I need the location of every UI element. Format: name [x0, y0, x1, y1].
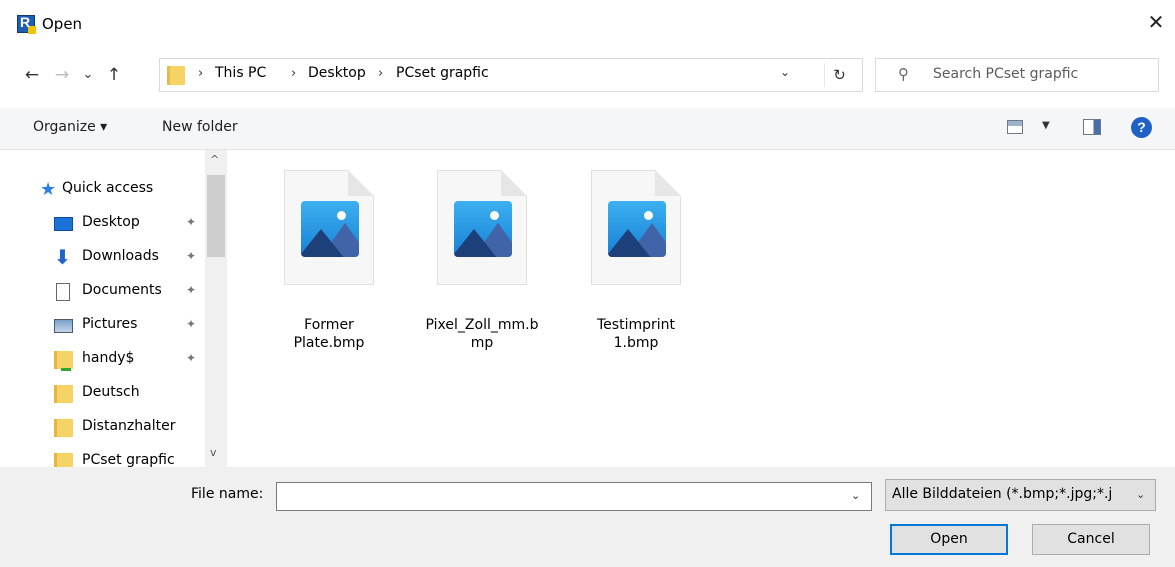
new-folder-button[interactable]: New folder: [162, 119, 238, 135]
network-folder-icon: [54, 351, 73, 371]
search-input[interactable]: Search PCset grapfic: [933, 66, 1078, 82]
view-options-chevron-icon[interactable]: ▼: [1042, 120, 1050, 131]
image-file-icon: [437, 170, 527, 285]
file-name-dropdown-chevron-icon[interactable]: ⌄: [851, 489, 860, 502]
file-item-pixel-zoll-mm[interactable]: Pixel_Zoll_mm.b mp: [402, 166, 538, 351]
title-bar: Open ✕: [0, 0, 1175, 52]
folder-icon: [54, 385, 73, 403]
folder-icon: [167, 66, 185, 85]
command-toolbar: Organize ▾ New folder ▼ ?: [0, 108, 1175, 150]
file-type-value: Alle Bilddateien (*.bmp;*.jpg;*.j: [892, 486, 1113, 502]
sidebar-item-pictures[interactable]: Pictures ✦: [0, 311, 205, 341]
file-list-view: Former Plate.bmp Pixel_Zoll_mm.b mp Test…: [232, 150, 1175, 467]
scroll-down-icon[interactable]: v: [210, 446, 217, 459]
navigation-pane: ★ Quick access Desktop ✦ ⬇ Downloads ✦ D…: [0, 150, 230, 467]
close-icon[interactable]: ✕: [1144, 10, 1168, 34]
image-file-icon: [284, 170, 374, 285]
sidebar-item-label: Deutsch: [82, 384, 140, 400]
document-icon: [56, 283, 70, 301]
sidebar-item-label: Distanzhalter: [82, 418, 176, 434]
breadcrumb-separator[interactable]: ›: [198, 66, 203, 81]
app-icon: [17, 14, 36, 34]
pin-icon: ✦: [186, 249, 197, 263]
sidebar-item-deutsch[interactable]: Deutsch: [0, 379, 205, 409]
file-name-label: File name:: [191, 486, 264, 502]
back-arrow-icon[interactable]: ←: [21, 62, 43, 88]
sidebar-item-label: Quick access: [62, 180, 154, 196]
file-name-label: Testimprint 1.bmp: [597, 317, 675, 351]
file-name-input[interactable]: ⌄: [276, 482, 872, 511]
open-button[interactable]: Open: [890, 524, 1008, 555]
breadcrumb-desktop[interactable]: Desktop: [308, 65, 366, 81]
pictures-icon: [54, 319, 73, 333]
window-title: Open: [42, 15, 83, 33]
desktop-icon: [54, 217, 73, 231]
forward-arrow-icon[interactable]: →: [51, 62, 73, 88]
file-name-label: Pixel_Zoll_mm.b mp: [425, 317, 539, 351]
change-view-icon[interactable]: [1007, 120, 1023, 134]
sidebar-item-handy[interactable]: handy$ ✦: [0, 345, 205, 375]
file-name-label: Former Plate.bmp: [293, 317, 365, 351]
sidebar-item-label: Desktop: [82, 214, 140, 230]
scroll-thumb[interactable]: [207, 175, 225, 257]
file-type-select[interactable]: Alle Bilddateien (*.bmp;*.jpg;*.j ⌄: [885, 479, 1156, 511]
up-arrow-icon[interactable]: ↑: [103, 62, 125, 88]
download-icon: ⬇: [54, 245, 71, 269]
file-type-chevron-icon: ⌄: [1136, 488, 1146, 501]
address-bar[interactable]: › This PC › Desktop › PCset grapfic ⌄ ↻: [159, 58, 863, 92]
pin-icon: ✦: [186, 317, 197, 331]
search-icon: ⚲: [898, 65, 909, 83]
breadcrumb-pcset-grapfic[interactable]: PCset grapfic: [396, 65, 489, 81]
folder-icon: [54, 419, 73, 437]
pin-icon: ✦: [186, 283, 197, 297]
sidebar-item-pcset-grapfic[interactable]: PCset grapfic: [0, 447, 205, 467]
star-icon: ★: [40, 179, 57, 200]
sidebar-item-label: handy$: [82, 350, 135, 366]
scroll-up-icon[interactable]: ^: [210, 153, 219, 166]
sidebar-item-downloads[interactable]: ⬇ Downloads ✦: [0, 243, 205, 273]
search-box[interactable]: ⚲ Search PCset grapfic: [875, 58, 1159, 92]
help-icon[interactable]: ?: [1131, 117, 1152, 138]
bottom-panel: File name: ⌄ Alle Bilddateien (*.bmp;*.j…: [0, 467, 1175, 567]
sidebar-item-label: Downloads: [82, 248, 159, 264]
pin-icon: ✦: [186, 351, 197, 365]
breadcrumb-separator[interactable]: ›: [291, 66, 296, 81]
image-file-icon: [591, 170, 681, 285]
breadcrumb-separator[interactable]: ›: [378, 66, 383, 81]
cancel-button[interactable]: Cancel: [1032, 524, 1150, 555]
sidebar-scrollbar[interactable]: ^ v: [205, 150, 227, 467]
sidebar-item-label: Pictures: [82, 316, 138, 332]
sidebar-item-label: PCset grapfic: [82, 452, 175, 467]
organize-button[interactable]: Organize ▾: [33, 119, 107, 135]
preview-pane-icon[interactable]: [1083, 119, 1101, 135]
sidebar-item-desktop[interactable]: Desktop ✦: [0, 209, 205, 239]
recent-locations-chevron-icon[interactable]: ⌄: [77, 62, 99, 88]
sidebar-item-label: Documents: [82, 282, 162, 298]
folder-icon: [54, 453, 73, 467]
address-dropdown-chevron-icon[interactable]: ⌄: [780, 65, 790, 79]
sidebar-item-quick-access[interactable]: ★ Quick access: [0, 175, 205, 205]
file-item-testimprint[interactable]: Testimprint 1.bmp: [556, 166, 681, 351]
sidebar-item-documents[interactable]: Documents ✦: [0, 277, 205, 307]
file-item-former-plate[interactable]: Former Plate.bmp: [249, 166, 374, 351]
pin-icon: ✦: [186, 215, 197, 229]
refresh-icon[interactable]: ↻: [824, 63, 854, 87]
sidebar-item-distanzhalter[interactable]: Distanzhalter: [0, 413, 205, 443]
breadcrumb-this-pc[interactable]: This PC: [215, 65, 266, 81]
